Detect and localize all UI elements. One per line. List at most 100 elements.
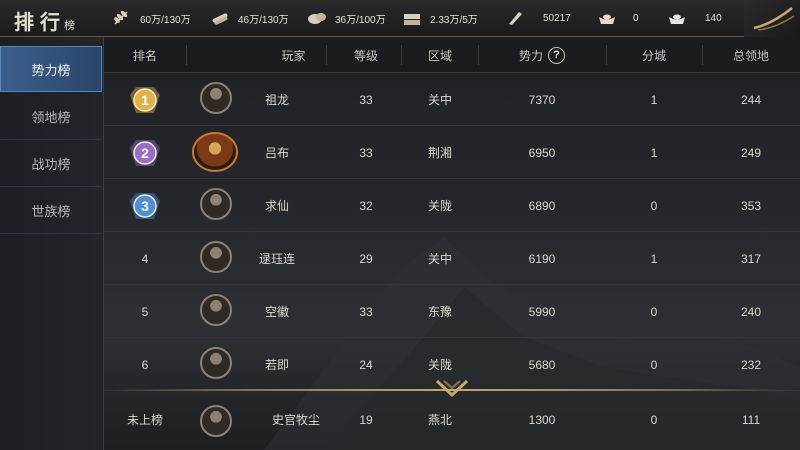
page-title: 排 行 榜 xyxy=(14,3,77,35)
self-region: 燕北 xyxy=(427,413,452,427)
grain-icon xyxy=(114,10,128,25)
resource-wood-value: 46万/130万 xyxy=(238,14,289,26)
table-row[interactable]: 5 空徽 33 东豫 5990 0 240 xyxy=(104,285,800,338)
player-territory: 232 xyxy=(740,357,762,372)
self-level: 19 xyxy=(359,412,373,427)
self-rank-row[interactable]: 未上榜 史官牧尘 19 燕北 1300 0 111 xyxy=(104,393,800,450)
player-territory: 353 xyxy=(740,198,762,213)
top-bar: 排 行 榜 60万/130万 46万/130万 36万/100万 2.33万/5… xyxy=(0,0,800,37)
resource-iron-value: 2.33万/5万 xyxy=(430,14,478,26)
avatar xyxy=(200,188,232,220)
self-power: 1300 xyxy=(528,412,556,427)
player-power: 7370 xyxy=(528,92,556,107)
player-name: 祖龙 xyxy=(264,93,289,107)
blue-medal-icon: 3 xyxy=(130,193,160,219)
resource-stone: 36万/100万 xyxy=(307,8,386,28)
player-power: 5680 xyxy=(528,357,556,372)
player-level: 33 xyxy=(359,304,373,319)
tab-merit-ranking[interactable]: 战功榜 xyxy=(0,141,102,187)
tab-territory-ranking[interactable]: 领地榜 xyxy=(0,94,102,140)
player-power: 6950 xyxy=(528,145,556,160)
resource-iron: 2.33万/5万 xyxy=(402,8,478,28)
back-arrow-icon xyxy=(753,7,795,31)
header-level: 等级 xyxy=(353,48,378,63)
avatar xyxy=(200,294,232,326)
avatar xyxy=(200,241,232,273)
gold-medal-icon: 1 xyxy=(130,87,160,113)
resource-gold: 0 xyxy=(597,8,639,28)
title-char-2: 行 xyxy=(40,10,62,34)
resource-silver-value: 140 xyxy=(705,12,722,24)
table-row[interactable]: 2 吕布 33 荆湘 6950 1 249 xyxy=(104,126,800,179)
rank-number: 4 xyxy=(141,251,149,266)
player-name: 吕布 xyxy=(264,146,289,160)
player-name: 求仙 xyxy=(264,199,289,213)
player-region: 东豫 xyxy=(427,305,452,319)
player-branch: 1 xyxy=(650,92,658,107)
avatar xyxy=(200,82,232,114)
self-branch: 0 xyxy=(650,412,658,427)
table-header: 排名 玩家 等级 区域 势力 ? 分城 总领地 xyxy=(104,37,800,73)
header-region: 区域 xyxy=(427,48,452,63)
avatar xyxy=(200,405,232,437)
rank-number: 5 xyxy=(141,304,149,319)
player-territory: 244 xyxy=(740,92,762,107)
tab-clan-ranking[interactable]: 世族榜 xyxy=(0,188,102,234)
purple-medal-icon: 2 xyxy=(130,140,160,166)
player-region: 关陇 xyxy=(427,199,452,213)
player-territory: 240 xyxy=(740,304,762,319)
tab-label: 战功榜 xyxy=(31,157,71,172)
player-power: 6190 xyxy=(528,251,556,266)
resource-wood: 46万/130万 xyxy=(210,8,289,28)
resource-gold-value: 0 xyxy=(633,12,639,24)
medal-rank: 1 xyxy=(141,92,149,108)
resource-silver: 140 xyxy=(667,8,722,28)
help-icon[interactable]: ? xyxy=(548,46,565,64)
resource-decree-value: 50217 xyxy=(543,12,571,24)
header-power: 势力 ? xyxy=(478,37,606,73)
player-branch: 0 xyxy=(650,198,658,213)
player-level: 32 xyxy=(359,198,373,213)
tab-label: 势力榜 xyxy=(31,62,71,78)
back-button[interactable] xyxy=(744,0,800,37)
player-region: 关中 xyxy=(427,252,452,266)
player-name: 逯珏连 xyxy=(258,252,295,266)
medal-rank: 2 xyxy=(141,145,149,161)
player-region: 荆湘 xyxy=(427,146,452,160)
rank-number: 6 xyxy=(141,357,149,372)
avatar xyxy=(200,347,232,379)
table-row[interactable]: 1 祖龙 33 关中 7370 1 244 xyxy=(104,73,800,126)
silver-ingot-icon xyxy=(669,14,685,24)
wood-icon xyxy=(212,13,228,25)
gold-ingot-icon xyxy=(599,14,615,24)
ranking-tabs: 势力榜 领地榜 战功榜 世族榜 xyxy=(0,37,104,450)
tab-label: 领地榜 xyxy=(31,110,71,125)
self-territory: 111 xyxy=(741,412,761,427)
player-power: 6890 xyxy=(528,198,556,213)
header-rank: 排名 xyxy=(132,48,157,63)
tab-power-ranking[interactable]: 势力榜 xyxy=(0,46,102,92)
tab-label: 世族榜 xyxy=(31,204,71,219)
player-level: 33 xyxy=(359,92,373,107)
table-row[interactable]: 4 逯珏连 29 关中 6190 1 317 xyxy=(104,232,800,285)
header-territory: 总领地 xyxy=(732,48,769,63)
player-territory: 249 xyxy=(740,145,762,160)
player-territory: 317 xyxy=(740,251,762,266)
stone-icon xyxy=(308,13,326,24)
header-power-label: 势力 xyxy=(518,48,543,63)
player-branch: 1 xyxy=(650,145,658,160)
player-branch: 0 xyxy=(650,357,658,372)
resource-grain: 60万/130万 xyxy=(112,8,191,28)
table-row[interactable]: 3 求仙 32 关陇 6890 0 353 xyxy=(104,179,800,232)
player-level: 24 xyxy=(359,357,373,372)
player-level: 29 xyxy=(359,251,373,266)
resource-decree: 50217 xyxy=(505,8,571,28)
medal-rank: 3 xyxy=(141,198,149,214)
player-name: 若即 xyxy=(264,358,289,372)
player-region: 关中 xyxy=(427,93,452,107)
header-branch: 分城 xyxy=(641,48,666,63)
self-rank: 未上榜 xyxy=(126,413,163,427)
title-char-3: 榜 xyxy=(64,19,77,32)
avatar xyxy=(192,132,238,172)
player-branch: 0 xyxy=(650,304,658,319)
